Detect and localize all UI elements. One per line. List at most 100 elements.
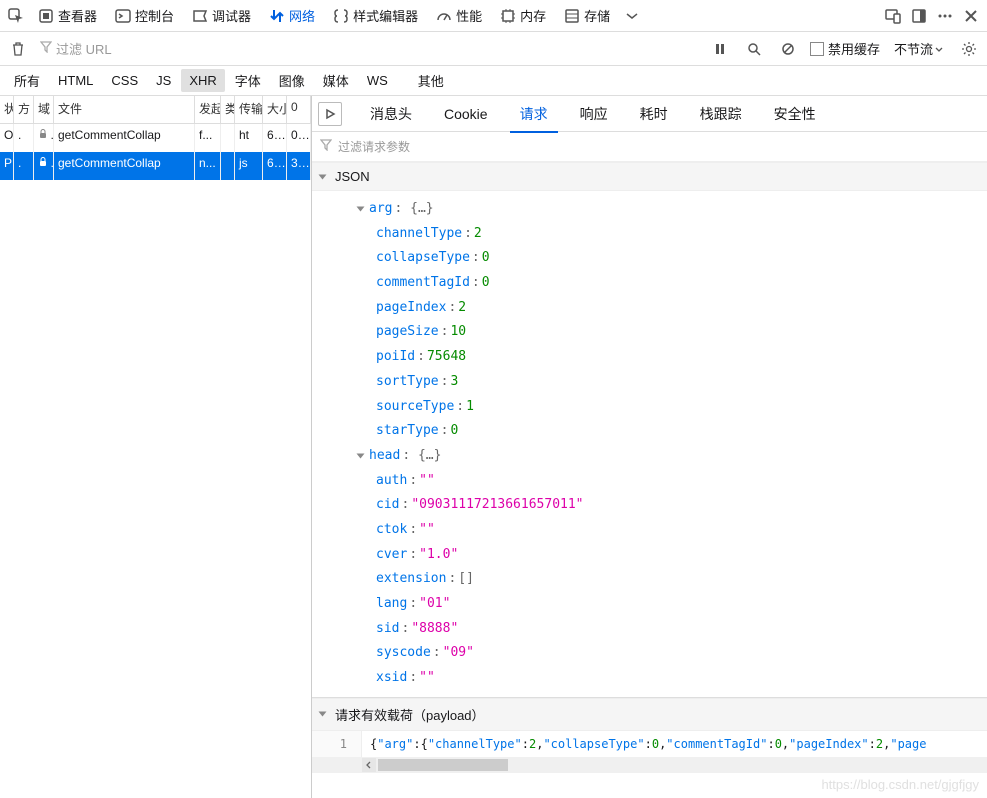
dtab-security[interactable]: 安全性	[758, 96, 832, 132]
tree-leaf[interactable]: xsid: ""	[340, 666, 987, 691]
kebab-menu-icon[interactable]	[933, 4, 957, 28]
block-button[interactable]	[776, 37, 800, 61]
memory-icon	[500, 8, 516, 24]
more-tabs-icon[interactable]	[620, 4, 644, 28]
request-row[interactable]: PO . getCommentCollap n... js 6.... 3...	[0, 152, 311, 180]
payload-scrollbar[interactable]	[312, 757, 987, 773]
dtab-stack[interactable]: 栈跟踪	[684, 96, 758, 132]
json-section-header[interactable]: JSON	[312, 162, 987, 191]
tree-leaf[interactable]: pageIndex: 2	[340, 296, 987, 321]
col-type[interactable]: 传输	[235, 96, 263, 123]
type-all[interactable]: 所有	[6, 67, 48, 94]
type-other[interactable]: 其他	[410, 67, 452, 94]
tree-leaf[interactable]: sid: "8888"	[340, 617, 987, 642]
dtab-timing[interactable]: 耗时	[624, 96, 684, 132]
pause-button[interactable]	[708, 37, 732, 61]
filter-icon	[320, 139, 332, 154]
lock-icon	[38, 129, 50, 141]
pick-element-icon[interactable]	[4, 4, 28, 28]
tree-leaf[interactable]: collapseType: 0	[340, 246, 987, 271]
tab-storage[interactable]: 存储	[556, 2, 618, 29]
type-js[interactable]: JS	[148, 69, 179, 92]
type-xhr[interactable]: XHR	[181, 69, 224, 92]
payload-line: 1 {"arg":{"channelType":2,"collapseType"…	[312, 731, 987, 757]
type-image[interactable]: 图像	[271, 67, 313, 94]
tab-memory[interactable]: 内存	[492, 2, 554, 29]
payload-section-header[interactable]: 请求有效载荷（payload）	[312, 698, 987, 731]
request-type-filter: 所有 HTML CSS JS XHR 字体 图像 媒体 WS 其他	[0, 66, 987, 96]
responsive-design-icon[interactable]	[881, 4, 905, 28]
param-filter-input[interactable]: 过滤请求参数	[312, 132, 987, 162]
tab-style-label: 样式编辑器	[353, 6, 418, 25]
tree-leaf[interactable]: cid: "09031117213661657011"	[340, 493, 987, 518]
detail-panel: 消息头 Cookie 请求 响应 耗时 栈跟踪 安全性 过滤请求参数 JSON …	[312, 96, 987, 798]
col-domain[interactable]: 域	[34, 96, 54, 123]
col-status[interactable]: 状	[0, 96, 14, 123]
network-toolbar: 过滤 URL 禁用缓存 不节流	[0, 32, 987, 66]
tab-inspector[interactable]: 查看器	[30, 2, 105, 29]
checkbox-icon	[810, 42, 824, 56]
debugger-icon	[192, 8, 208, 24]
tab-style-editor[interactable]: 样式编辑器	[325, 2, 426, 29]
dock-side-icon[interactable]	[907, 4, 931, 28]
tab-performance[interactable]: 性能	[428, 2, 490, 29]
throttle-select[interactable]: 不节流	[890, 37, 947, 60]
detail-content[interactable]: JSON arg: {…} channelType: 2collapseType…	[312, 162, 987, 798]
type-ws[interactable]: WS	[359, 69, 396, 92]
col-method[interactable]: 方	[14, 96, 34, 123]
tree-leaf[interactable]: lang: "01"	[340, 592, 987, 617]
json-tree: arg: {…} channelType: 2collapseType: 0co…	[312, 191, 987, 697]
tree-leaf[interactable]: syscode: "09"	[340, 641, 987, 666]
tree-node-arg[interactable]: arg: {…}	[340, 197, 987, 222]
tab-network[interactable]: 网络	[261, 2, 323, 29]
twisty-icon	[357, 207, 365, 212]
tree-leaf[interactable]: starType: 0	[340, 419, 987, 444]
tree-leaf[interactable]: sortType: 3	[340, 370, 987, 395]
search-button[interactable]	[742, 37, 766, 61]
tree-leaf[interactable]: poiId: 75648	[340, 345, 987, 370]
inspector-icon	[38, 8, 54, 24]
type-css[interactable]: CSS	[103, 69, 146, 92]
tab-debugger-label: 调试器	[212, 6, 251, 25]
twisty-icon	[319, 712, 327, 717]
disable-cache-checkbox[interactable]: 禁用缓存	[810, 39, 880, 58]
tab-performance-label: 性能	[456, 6, 482, 25]
twisty-icon	[319, 174, 327, 179]
col-initiator[interactable]: 发起	[195, 96, 221, 123]
col-file[interactable]: 文件	[54, 96, 195, 123]
close-devtools-icon[interactable]	[959, 4, 983, 28]
col-size[interactable]: 0	[287, 96, 311, 123]
scrollbar-thumb[interactable]	[378, 759, 508, 771]
dtab-response[interactable]: 响应	[564, 96, 624, 132]
tree-leaf[interactable]: commentTagId: 0	[340, 271, 987, 296]
clear-button[interactable]	[6, 37, 30, 61]
col-transferred[interactable]: 大小	[263, 96, 287, 123]
tree-leaf[interactable]: extension: []	[340, 567, 987, 592]
request-row[interactable]: O . getCommentCollap f... ht 6... 0...	[0, 124, 311, 152]
dtab-cookies[interactable]: Cookie	[428, 98, 504, 130]
dtab-request[interactable]: 请求	[504, 96, 564, 132]
tree-leaf[interactable]: ctok: ""	[340, 518, 987, 543]
payload-text[interactable]: {"arg":{"channelType":2,"collapseType":0…	[362, 731, 987, 757]
resend-button[interactable]	[318, 102, 342, 126]
type-html[interactable]: HTML	[50, 69, 101, 92]
tree-node-head[interactable]: head: {…}	[340, 444, 987, 469]
disable-cache-label: 禁用缓存	[828, 39, 880, 58]
tree-leaf[interactable]: auth: ""	[340, 469, 987, 494]
settings-button[interactable]	[957, 37, 981, 61]
tab-debugger[interactable]: 调试器	[184, 2, 259, 29]
tree-leaf[interactable]: pageSize: 10	[340, 320, 987, 345]
style-icon	[333, 8, 349, 24]
tree-leaf[interactable]: channelType: 2	[340, 222, 987, 247]
tree-leaf[interactable]: cver: "1.0"	[340, 543, 987, 568]
url-filter-input[interactable]: 过滤 URL	[36, 37, 236, 60]
type-font[interactable]: 字体	[227, 67, 269, 94]
request-list: 状 方 域 文件 发起 类 传输 大小 0 O . getCommentColl…	[0, 96, 312, 798]
scroll-left-icon[interactable]	[362, 758, 376, 772]
dtab-headers[interactable]: 消息头	[354, 96, 428, 132]
performance-icon	[436, 8, 452, 24]
type-media[interactable]: 媒体	[315, 67, 357, 94]
tab-console[interactable]: 控制台	[107, 2, 182, 29]
tree-leaf[interactable]: sourceType: 1	[340, 395, 987, 420]
col-cause[interactable]: 类	[221, 96, 235, 123]
